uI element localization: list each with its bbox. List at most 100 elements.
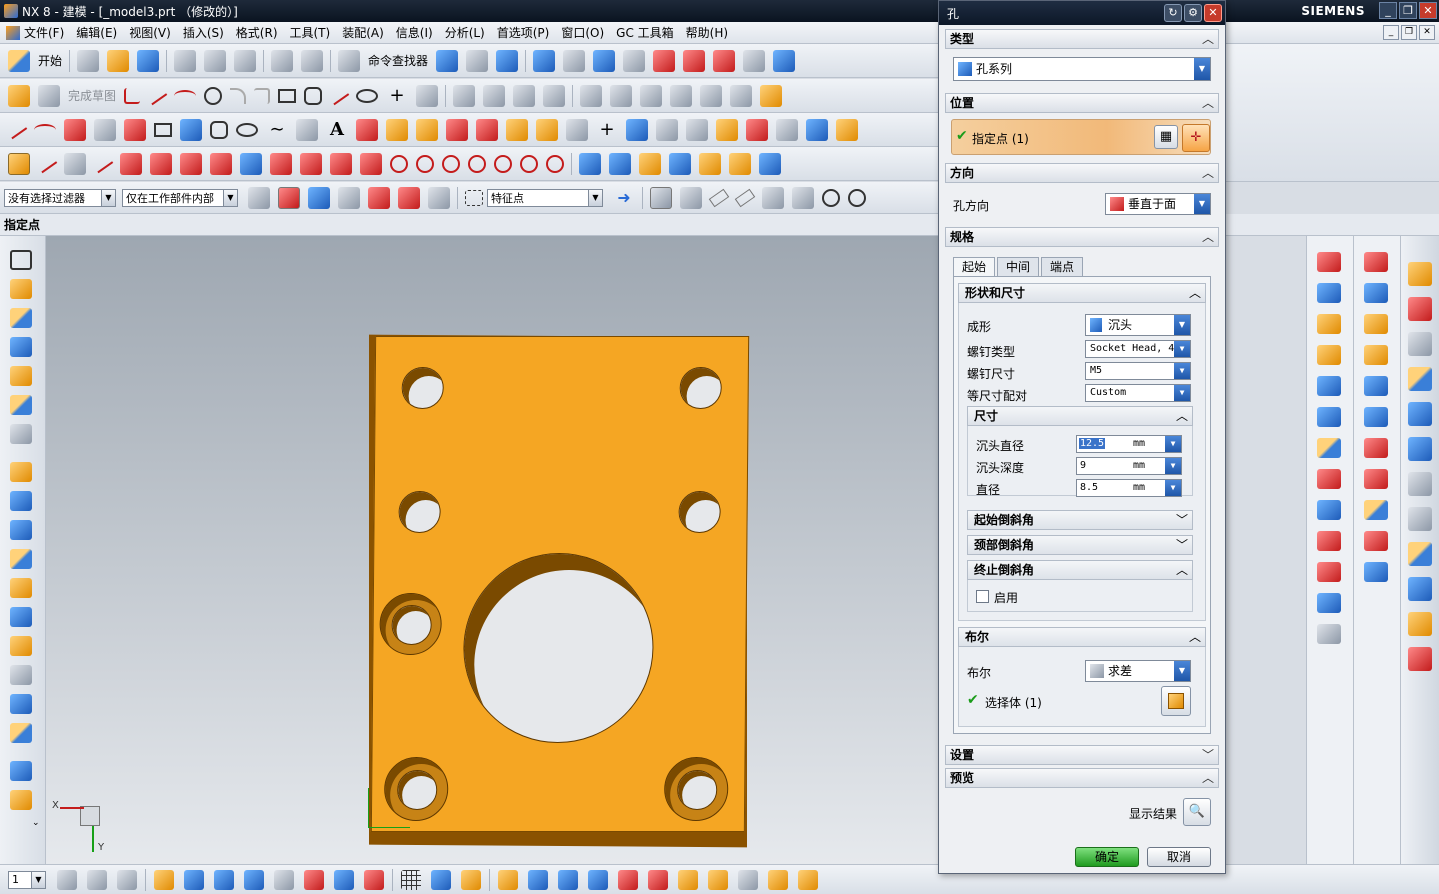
specify-point-row[interactable]: ✔ 指定点 (1) ▦ ✛ [951, 119, 1211, 155]
cylinder-icon[interactable] [609, 152, 631, 175]
spec-group-header[interactable]: 规格 ︿ [945, 227, 1219, 247]
save-icon[interactable] [137, 49, 160, 72]
tab-middle[interactable]: 中间 [997, 257, 1040, 276]
profile-icon[interactable] [124, 87, 141, 104]
curve-polygon-icon[interactable] [210, 120, 228, 139]
manufacturing-wizard-icon[interactable] [1408, 577, 1432, 601]
hole-top-left[interactable] [401, 367, 444, 409]
pocket-icon[interactable] [759, 152, 781, 175]
chamfer-icon[interactable] [254, 87, 271, 104]
edit-surface-more-icon[interactable] [1364, 562, 1388, 582]
snap-quadrant-icon[interactable] [848, 188, 866, 207]
studio-spline-icon[interactable] [328, 86, 350, 105]
shaded-cube-icon[interactable] [593, 49, 616, 72]
extend-icon[interactable] [483, 84, 506, 107]
auto-constrain-icon[interactable] [640, 84, 663, 107]
counterbore-bottom-right[interactable] [663, 757, 729, 821]
edit-spline-icon[interactable] [180, 152, 202, 175]
chevron-down-icon[interactable]: ▼ [31, 871, 45, 888]
fillet-curve-icon[interactable] [270, 152, 292, 175]
isoparametric-icon[interactable] [566, 118, 588, 141]
menu-format[interactable]: 格式(R) [236, 24, 278, 41]
block-icon[interactable] [579, 152, 601, 175]
point-cloud-icon[interactable] [626, 118, 648, 141]
grid-icon[interactable] [401, 869, 421, 890]
boolean-dropdown[interactable]: 求差 ▼ [1085, 660, 1191, 682]
wave-link-icon[interactable] [498, 869, 518, 890]
add-component-icon[interactable] [558, 869, 578, 890]
datum-plane-icon[interactable] [10, 279, 32, 299]
direction-group-header[interactable]: 方向 ︿ [945, 163, 1219, 183]
paint-icon[interactable] [798, 869, 818, 890]
tab-end[interactable]: 端点 [1041, 257, 1084, 276]
sphere-icon[interactable] [669, 152, 691, 175]
snap-point-dropdown[interactable]: 特征点 ▼ [487, 188, 603, 207]
undo-selection-icon[interactable] [308, 186, 330, 209]
chevron-down-icon[interactable]: ▼ [1174, 341, 1190, 357]
dimensions-header[interactable]: 尺寸 ︿ [967, 406, 1193, 426]
sketch-section-icon[interactable]: ▦ [1154, 125, 1178, 149]
chevron-down-icon[interactable]: ▼ [101, 189, 115, 206]
transform-icon[interactable] [154, 869, 174, 890]
trim-curve-icon[interactable] [330, 152, 352, 175]
close-window-button[interactable]: ✕ [1419, 2, 1437, 19]
arc-icon[interactable] [174, 89, 197, 102]
n-sided-surface-icon[interactable] [1317, 438, 1341, 458]
bounded-plane-icon[interactable] [1317, 469, 1341, 489]
sequence-icon[interactable] [708, 869, 728, 890]
pattern-icon[interactable] [10, 549, 32, 569]
screw-type-dropdown[interactable]: Socket Head, 4 ▼ [1085, 340, 1191, 358]
hole-type-dropdown[interactable]: 孔系列 ▼ [953, 57, 1211, 81]
snap-intersection-icon[interactable] [792, 186, 814, 209]
select-body-icon[interactable] [1161, 686, 1191, 716]
xyz-icon[interactable] [746, 118, 768, 141]
menu-tools[interactable]: 工具(T) [290, 24, 331, 41]
chevron-up-icon[interactable]: ︿ [1176, 407, 1188, 425]
reuse-library-icon[interactable] [1408, 367, 1432, 391]
menu-view[interactable]: 视图(V) [129, 24, 171, 41]
show-hide-icon[interactable] [683, 49, 706, 72]
chevron-down-icon[interactable]: ▼ [1174, 385, 1190, 401]
paste-icon[interactable] [234, 49, 257, 72]
start-icon[interactable] [8, 49, 30, 72]
form-dropdown[interactable]: 沉头 ▼ [1085, 314, 1191, 336]
bridge-curve-icon[interactable] [386, 118, 408, 141]
fit-curve-icon[interactable] [180, 118, 202, 141]
screw-size-dropdown[interactable]: M5 ▼ [1085, 362, 1191, 380]
change-degree-icon[interactable] [1364, 407, 1388, 427]
law-curve-icon[interactable] [716, 118, 738, 141]
trim-icon[interactable] [453, 84, 476, 107]
chevron-down-icon[interactable]: ▼ [223, 189, 237, 206]
show-all-icon[interactable] [304, 869, 324, 890]
hole-top-right[interactable] [679, 367, 722, 409]
chevron-up-icon[interactable]: ︿ [1202, 228, 1214, 246]
preview-group-header[interactable]: 预览 ︿ [945, 768, 1219, 788]
tab-start[interactable]: 起始 [953, 257, 996, 276]
blank-icon[interactable] [274, 869, 294, 890]
curve-length-icon[interactable] [686, 118, 708, 141]
edge-blend-icon[interactable] [10, 491, 32, 511]
extend-curve-icon[interactable] [360, 152, 382, 175]
global-shaping-icon[interactable] [1364, 500, 1388, 520]
cancel-button[interactable]: 取消 [1147, 847, 1211, 867]
sew-icon[interactable] [10, 761, 32, 781]
chevron-down-icon[interactable]: ﹀ [1176, 536, 1188, 554]
type-group-header[interactable]: 类型 ︿ [945, 29, 1219, 49]
unite-icon[interactable] [10, 462, 32, 482]
pad-icon[interactable] [699, 152, 721, 175]
draft-icon[interactable] [10, 636, 32, 656]
snap-control-point-icon[interactable] [762, 186, 784, 209]
circle-dim-icon[interactable] [520, 154, 538, 173]
chevron-up-icon[interactable]: ︿ [1189, 628, 1201, 646]
menu-information[interactable]: 信息(I) [396, 24, 433, 41]
arc-circle-icon[interactable] [64, 118, 86, 141]
snap-existing-point-icon[interactable] [680, 186, 702, 209]
hole-mid-right[interactable] [678, 491, 721, 533]
graphics-window[interactable]: X Y [46, 236, 938, 864]
start-button[interactable]: 开始 [38, 52, 62, 69]
corner-icon[interactable] [513, 84, 536, 107]
hole-direction-dropdown[interactable]: 垂直于面 ▼ [1105, 193, 1211, 215]
shell-icon[interactable] [10, 607, 32, 627]
magnifier-icon[interactable]: 🔍 [1183, 798, 1211, 826]
type-filter-dropdown[interactable]: 没有选择过滤器 ▼ [4, 188, 116, 207]
